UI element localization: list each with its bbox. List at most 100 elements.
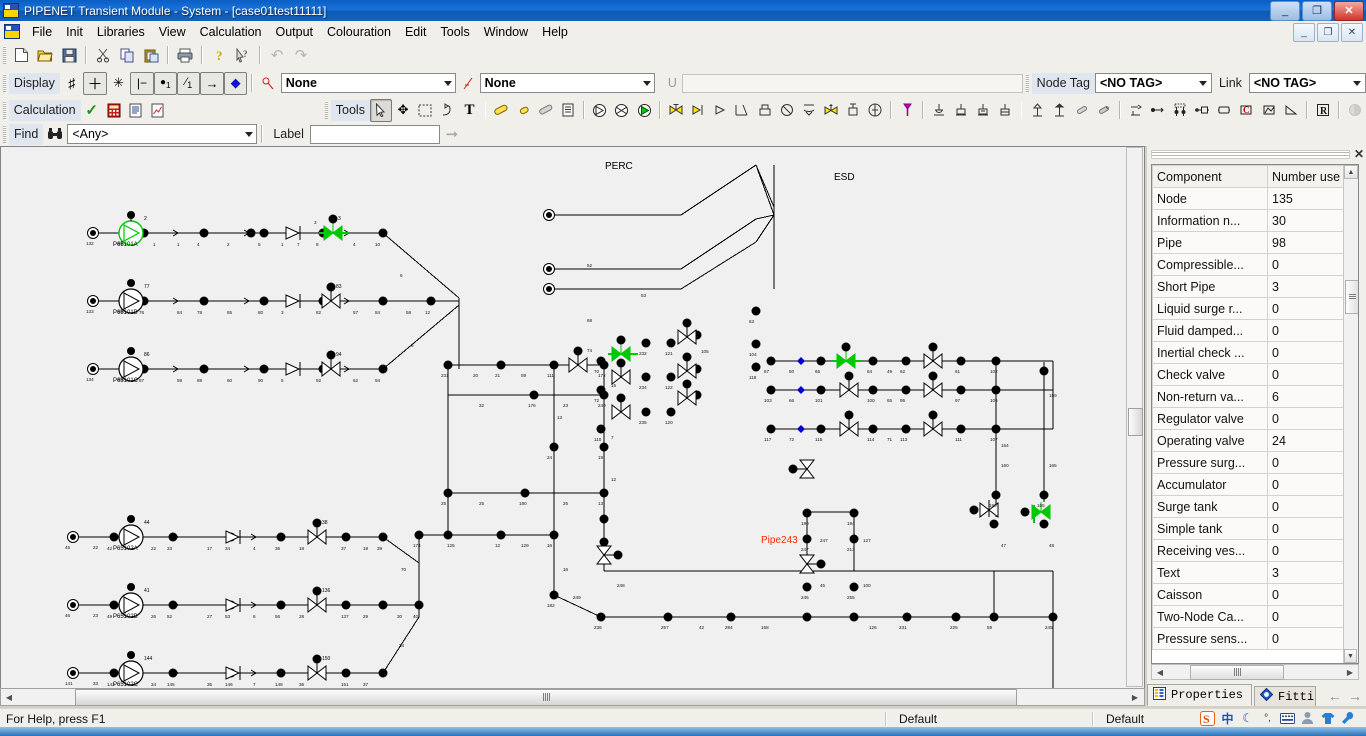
vacuum-breaker-icon[interactable] [842,99,864,122]
menu-libraries[interactable]: Libraries [90,22,152,42]
menu-init[interactable]: Init [59,22,90,42]
menu-tools[interactable]: Tools [434,22,477,42]
check-data-icon[interactable]: ✓ [81,99,103,122]
short-pipe-tool-icon[interactable] [513,99,535,122]
skin-icon[interactable] [1320,711,1335,726]
node-tag-chevron-down-icon[interactable] [1195,74,1211,92]
mdi-restore-button[interactable]: ❐ [1317,23,1339,42]
keyboard-icon[interactable] [1280,711,1295,726]
about-icon[interactable]: ? [207,44,231,67]
grid-hscroll-right-arrow-icon[interactable]: ▶ [1342,664,1358,680]
hscroll-right-arrow-icon[interactable]: ▶ [1127,689,1143,705]
menu-output[interactable]: Output [269,22,321,42]
calculate-icon[interactable] [103,99,125,122]
menu-calculation[interactable]: Calculation [193,22,269,42]
cut-icon[interactable] [91,44,115,67]
tab-properties[interactable]: Properties [1147,684,1253,706]
canvas-horizontal-scrollbar[interactable]: ◀ ▶ [0,688,1145,706]
link-colour-chevron-down-icon[interactable] [639,74,655,92]
reservoir-icon[interactable] [1049,99,1071,122]
tag-toolbar-grip[interactable] [1024,74,1029,92]
print-icon[interactable] [173,44,197,67]
menu-window[interactable]: Window [477,22,535,42]
surge-tank-icon[interactable] [950,99,972,122]
display-toolbar-grip[interactable] [2,74,6,92]
new-file-icon[interactable] [9,44,33,67]
select-tool-icon[interactable] [369,98,393,122]
diamond-icon[interactable]: ◆ [223,71,248,95]
chinese-input-icon[interactable]: 中 [1220,711,1235,726]
hscroll-thumb[interactable] [75,688,1017,706]
data-table-icon[interactable] [557,99,579,122]
rupture-disc-icon[interactable] [776,99,798,122]
control-block-icon[interactable]: C [1235,99,1257,122]
grid-hscroll-thumb[interactable] [1190,664,1284,680]
link-tag-combo[interactable]: <NO TAG> [1248,73,1366,93]
polyline-select-icon[interactable] [436,99,458,122]
component-count-grid[interactable]: Component Number use Node 135 Information… [1151,164,1359,664]
ramp-function-icon[interactable] [1280,99,1302,122]
punctuation-icon[interactable]: °, [1260,711,1275,726]
node-cross-icon[interactable]: ＋ [83,71,107,95]
menu-help[interactable]: Help [535,22,575,42]
pump-icon[interactable] [589,99,611,122]
check-valve-icon[interactable] [709,99,731,122]
dock-drag-handle[interactable] [1151,149,1350,159]
network-drawing-canvas[interactable]: 132 1 4 5 8 10 7 3 133 76 78 80 82 84 12 134 87 88 90 … [0,146,1145,706]
report-icon[interactable]: R [1312,99,1334,122]
tools-toolbar-grip[interactable] [324,101,328,119]
air-valve-icon[interactable] [820,99,842,122]
transfer-function-icon[interactable] [1257,99,1279,122]
link-colour-icon[interactable] [456,72,479,95]
menu-colouration[interactable]: Colouration [320,22,398,42]
link-label-icon[interactable]: |− [130,71,154,95]
node-colour-combo[interactable]: None [280,73,457,93]
graph-output-icon[interactable] [147,99,169,122]
go-arrow-icon[interactable]: ➞ [440,123,464,146]
toolbox-icon[interactable] [1340,711,1355,726]
help-pointer-icon[interactable]: ? [231,44,255,67]
grid-vscroll-thumb[interactable] [1345,280,1358,314]
regulator-valve-icon[interactable] [731,99,753,122]
menu-file[interactable]: File [25,22,59,42]
surge-vessel-icon[interactable] [798,99,820,122]
dock-title-bar[interactable]: ✕ [1147,146,1366,162]
sprinkler-icon[interactable] [1093,99,1115,122]
canvas-vscroll-thumb[interactable] [1128,408,1143,436]
information-node-icon[interactable] [1147,99,1169,122]
copy-icon[interactable] [115,44,139,67]
running-pump-icon[interactable] [633,99,655,122]
mdi-minimize-button[interactable]: _ [1293,23,1315,42]
menu-view[interactable]: View [152,22,193,42]
grid-hscroll-left-arrow-icon[interactable]: ◀ [1152,664,1168,680]
rubber-band-select-icon[interactable] [414,99,436,122]
find-toolbar-grip[interactable] [2,125,6,143]
save-icon[interactable] [57,44,81,67]
find-type-combo[interactable]: <Any> [67,124,258,144]
moon-icon[interactable]: ☾ [1240,711,1255,726]
information-pipe-icon[interactable] [535,99,557,122]
tab-fitting[interactable]: Fitting [1254,686,1317,706]
node-tag-combo[interactable]: <NO TAG> [1094,73,1212,93]
close-button[interactable]: ✕ [1334,1,1364,21]
pipe-number-icon[interactable]: ⁄1 [177,71,201,95]
sogou-ime-icon[interactable]: S [1200,710,1215,726]
grid-icon[interactable]: ♯ [60,72,83,95]
grid-vertical-scrollbar[interactable]: ▲ ▼ [1343,165,1358,663]
grid-horizontal-scrollbar[interactable]: ◀ ▶ [1151,664,1359,680]
toolbar-grip[interactable] [2,46,6,64]
grid-scroll-up-arrow-icon[interactable]: ▲ [1344,165,1358,179]
tab-next-arrow-icon[interactable]: → [1348,688,1362,704]
flow-arrow-icon[interactable]: → [200,71,224,95]
pressure-sensor-icon[interactable] [1191,99,1213,122]
canvas-vertical-scrollbar[interactable] [1126,147,1143,687]
snowflake-icon[interactable]: ✳ [107,72,130,95]
multi-connection-icon[interactable] [1169,99,1191,122]
find-type-chevron-down-icon[interactable] [241,125,257,143]
node-colour-icon[interactable] [257,72,280,95]
link-colour-combo[interactable]: None [479,73,656,93]
controller-icon[interactable] [1213,99,1235,122]
open-file-icon[interactable] [33,44,57,67]
relief-valve-icon[interactable] [753,99,775,122]
calculation-toolbar-grip[interactable] [2,101,6,119]
